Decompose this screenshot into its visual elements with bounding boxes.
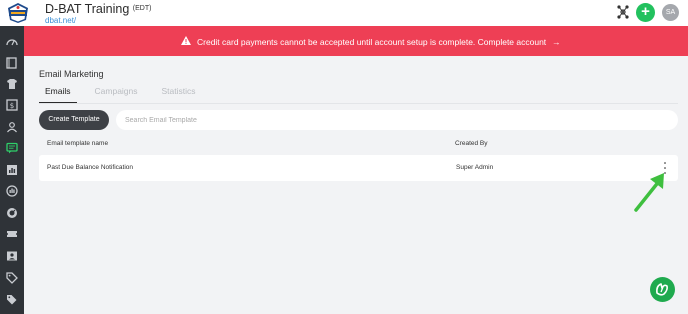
avatar[interactable]: SA: [662, 4, 679, 21]
speedometer-icon[interactable]: [5, 206, 18, 219]
top-bar: D-BAT Training (EDT) dbat.net/ + SA: [0, 0, 688, 26]
banner-message[interactable]: Credit card payments cannot be accepted …: [197, 37, 546, 47]
reports-icon[interactable]: [5, 163, 18, 176]
timezone-label: (EDT): [132, 5, 152, 12]
jersey-icon[interactable]: [5, 77, 18, 90]
tab-emails[interactable]: Emails: [39, 85, 77, 104]
stats-icon[interactable]: [5, 184, 18, 197]
tab-statistics[interactable]: Statistics: [156, 85, 202, 104]
table-header: Email template name Created By: [39, 139, 678, 151]
tabs-divider: [39, 103, 678, 104]
sidebar: $: [0, 26, 24, 314]
id-card-icon[interactable]: [5, 249, 18, 262]
tab-campaigns[interactable]: Campaigns: [89, 85, 144, 104]
warning-icon: [181, 36, 191, 47]
add-button[interactable]: +: [636, 3, 655, 22]
dollar-icon[interactable]: $: [5, 98, 18, 111]
book-icon[interactable]: [5, 56, 18, 69]
dbat-logo[interactable]: [6, 2, 30, 24]
chat-support-button[interactable]: [650, 277, 675, 302]
arrow-right-icon[interactable]: →: [552, 37, 561, 47]
template-name-cell[interactable]: Past Due Balance Notification: [47, 164, 133, 171]
column-header-template-name: Email template name: [47, 140, 109, 147]
column-header-created-by: Created By: [455, 140, 488, 147]
tag-icon[interactable]: [5, 271, 18, 284]
svg-text:$: $: [9, 102, 13, 110]
created-by-cell: Super Admin: [456, 164, 494, 171]
dashboard-icon[interactable]: [5, 35, 18, 48]
setup-warning-banner[interactable]: Credit card payments cannot be accepted …: [24, 26, 688, 56]
page-title: Email Marketing: [39, 69, 104, 79]
subdomain-link[interactable]: dbat.net/: [45, 16, 151, 25]
users-icon[interactable]: [5, 120, 18, 133]
search-email-template-input[interactable]: [116, 110, 678, 130]
create-template-button[interactable]: Create Template: [39, 110, 109, 130]
ticket-icon[interactable]: [5, 227, 18, 240]
app-title-text: D-BAT Training: [45, 2, 130, 16]
tab-bar: Emails Campaigns Statistics: [39, 85, 214, 104]
app-title: D-BAT Training (EDT): [45, 2, 151, 16]
table-row[interactable]: Past Due Balance Notification Super Admi…: [39, 155, 678, 181]
tags-icon[interactable]: [5, 292, 18, 305]
annotation-arrow-icon: [630, 170, 670, 219]
message-icon[interactable]: [5, 141, 18, 154]
network-icon[interactable]: [617, 5, 629, 24]
